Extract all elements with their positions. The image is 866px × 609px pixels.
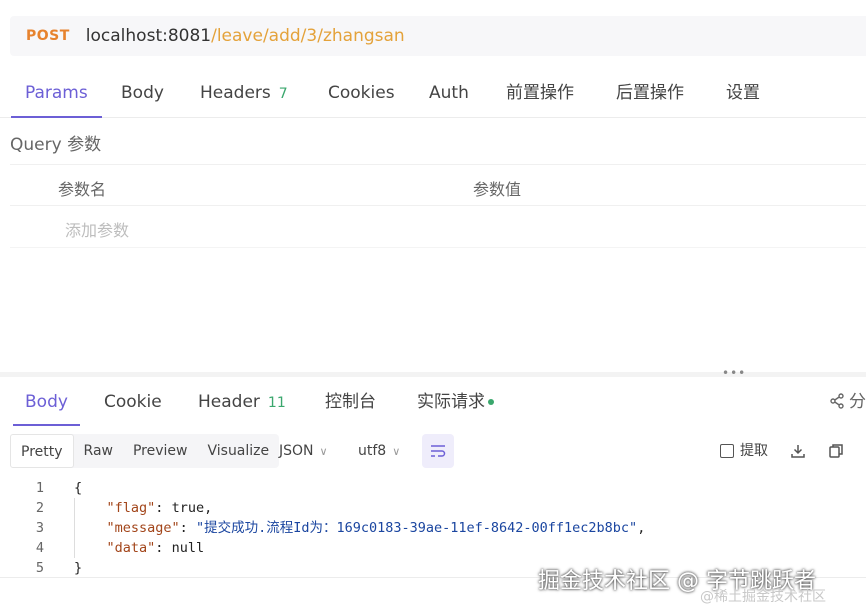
encoding-select[interactable]: utf8 ∨ xyxy=(358,434,400,468)
line-number: 2 xyxy=(35,500,44,516)
query-params-title: Query 参数 xyxy=(10,135,102,155)
copy-button[interactable] xyxy=(828,434,844,468)
code-text: { xyxy=(74,480,83,496)
download-icon xyxy=(791,445,805,458)
extract-label: 提取 xyxy=(740,443,768,459)
copy-icon xyxy=(829,444,843,458)
format-select-value: JSON xyxy=(279,443,314,459)
chevron-down-icon: ∨ xyxy=(392,445,401,458)
res-tab-actual-request-label: 实际请求 xyxy=(417,392,485,412)
code-text: "flag": true, xyxy=(106,500,213,516)
code-text: "message": "提交成功.流程Id为：169c0183-39ae-11e… xyxy=(106,520,646,536)
tab-params[interactable]: Params xyxy=(11,68,102,118)
wrap-lines-icon xyxy=(431,445,446,457)
code-line: 2 "flag": true, xyxy=(0,498,866,518)
url-path[interactable]: /leave/add/3/zhangsan xyxy=(211,26,405,46)
tab-auth[interactable]: Auth xyxy=(429,68,469,118)
col-param-name: 参数名 xyxy=(58,180,107,199)
code-line: 3 "message": "提交成功.流程Id为：169c0183-39ae-1… xyxy=(0,518,866,538)
tab-headers[interactable]: Headers 7 xyxy=(200,68,288,118)
wrap-lines-button[interactable] xyxy=(422,434,454,468)
res-header-count-badge: 11 xyxy=(267,395,286,411)
response-tabs: Body Cookie Header 11 控制台 实际请求 分 xyxy=(0,378,866,426)
extract-icon xyxy=(720,444,734,458)
tab-pre-ops[interactable]: 前置操作 xyxy=(506,68,574,118)
line-number: 4 xyxy=(35,540,44,556)
tab-cookies[interactable]: Cookies xyxy=(328,68,395,118)
param-table-header: 参数名 参数值 xyxy=(10,164,866,206)
tab-headers-label: Headers xyxy=(200,83,271,103)
json-value: "提交成功.流程Id为：169c0183-39ae-11ef-8642-00ff… xyxy=(195,520,638,536)
extract-button[interactable]: 提取 xyxy=(720,434,768,468)
view-raw[interactable]: Raw xyxy=(74,434,123,468)
url-bar[interactable]: POST localhost:8081/leave/add/3/zhangsan xyxy=(10,16,866,56)
res-tab-actual-request[interactable]: 实际请求 xyxy=(417,378,494,426)
share-icon xyxy=(830,393,844,409)
add-param-placeholder[interactable]: 添加参数 xyxy=(65,217,129,241)
tab-body[interactable]: Body xyxy=(121,68,164,118)
res-tab-header-label: Header xyxy=(198,392,260,412)
share-label: 分 xyxy=(849,392,866,412)
res-tab-console[interactable]: 控制台 xyxy=(325,378,376,426)
res-tab-cookie[interactable]: Cookie xyxy=(104,378,162,426)
view-pretty[interactable]: Pretty xyxy=(10,434,74,468)
json-key: "data" xyxy=(106,540,156,556)
tab-post-ops[interactable]: 后置操作 xyxy=(616,68,684,118)
http-method[interactable]: POST xyxy=(26,28,70,44)
headers-count-badge: 7 xyxy=(278,86,288,102)
watermark-sub: @稀土掘金技术社区 xyxy=(700,589,826,605)
format-select[interactable]: JSON ∨ xyxy=(279,434,328,468)
chevron-down-icon: ∨ xyxy=(319,445,328,458)
view-preview[interactable]: Preview xyxy=(123,434,198,468)
share-button[interactable]: 分 xyxy=(829,378,866,426)
tab-settings[interactable]: 设置 xyxy=(726,68,760,118)
json-value: null xyxy=(171,540,205,556)
json-key: "message" xyxy=(106,520,180,536)
code-line: 4 "data": null xyxy=(0,538,866,558)
json-value: true xyxy=(171,500,205,516)
response-toolbar: Pretty Raw Preview Visualize JSON ∨ utf8 ∨… xyxy=(10,434,866,468)
view-mode-segmented: Pretty Raw Preview Visualize xyxy=(10,434,280,468)
res-tab-body[interactable]: Body xyxy=(13,378,80,426)
encoding-select-value: utf8 xyxy=(358,443,387,459)
res-tab-header[interactable]: Header 11 xyxy=(198,378,286,426)
line-number: 5 xyxy=(35,560,44,576)
download-button[interactable] xyxy=(790,434,806,468)
code-line: 1 { xyxy=(0,478,866,498)
line-number: 1 xyxy=(35,480,44,496)
url-host[interactable]: localhost:8081 xyxy=(86,26,211,46)
view-visualize[interactable]: Visualize xyxy=(197,434,279,468)
code-text: "data": null xyxy=(106,540,205,556)
add-param-row[interactable]: 添加参数 xyxy=(10,206,866,248)
request-tabs: Params Body Headers 7 Cookies Auth 前置操作 后… xyxy=(0,68,866,118)
code-text: } xyxy=(74,560,83,576)
status-dot-icon xyxy=(488,399,494,405)
col-param-value: 参数值 xyxy=(473,180,522,199)
line-number: 3 xyxy=(35,520,44,536)
json-key: "flag" xyxy=(106,500,156,516)
query-params-table: 参数名 参数值 添加参数 xyxy=(10,164,866,248)
